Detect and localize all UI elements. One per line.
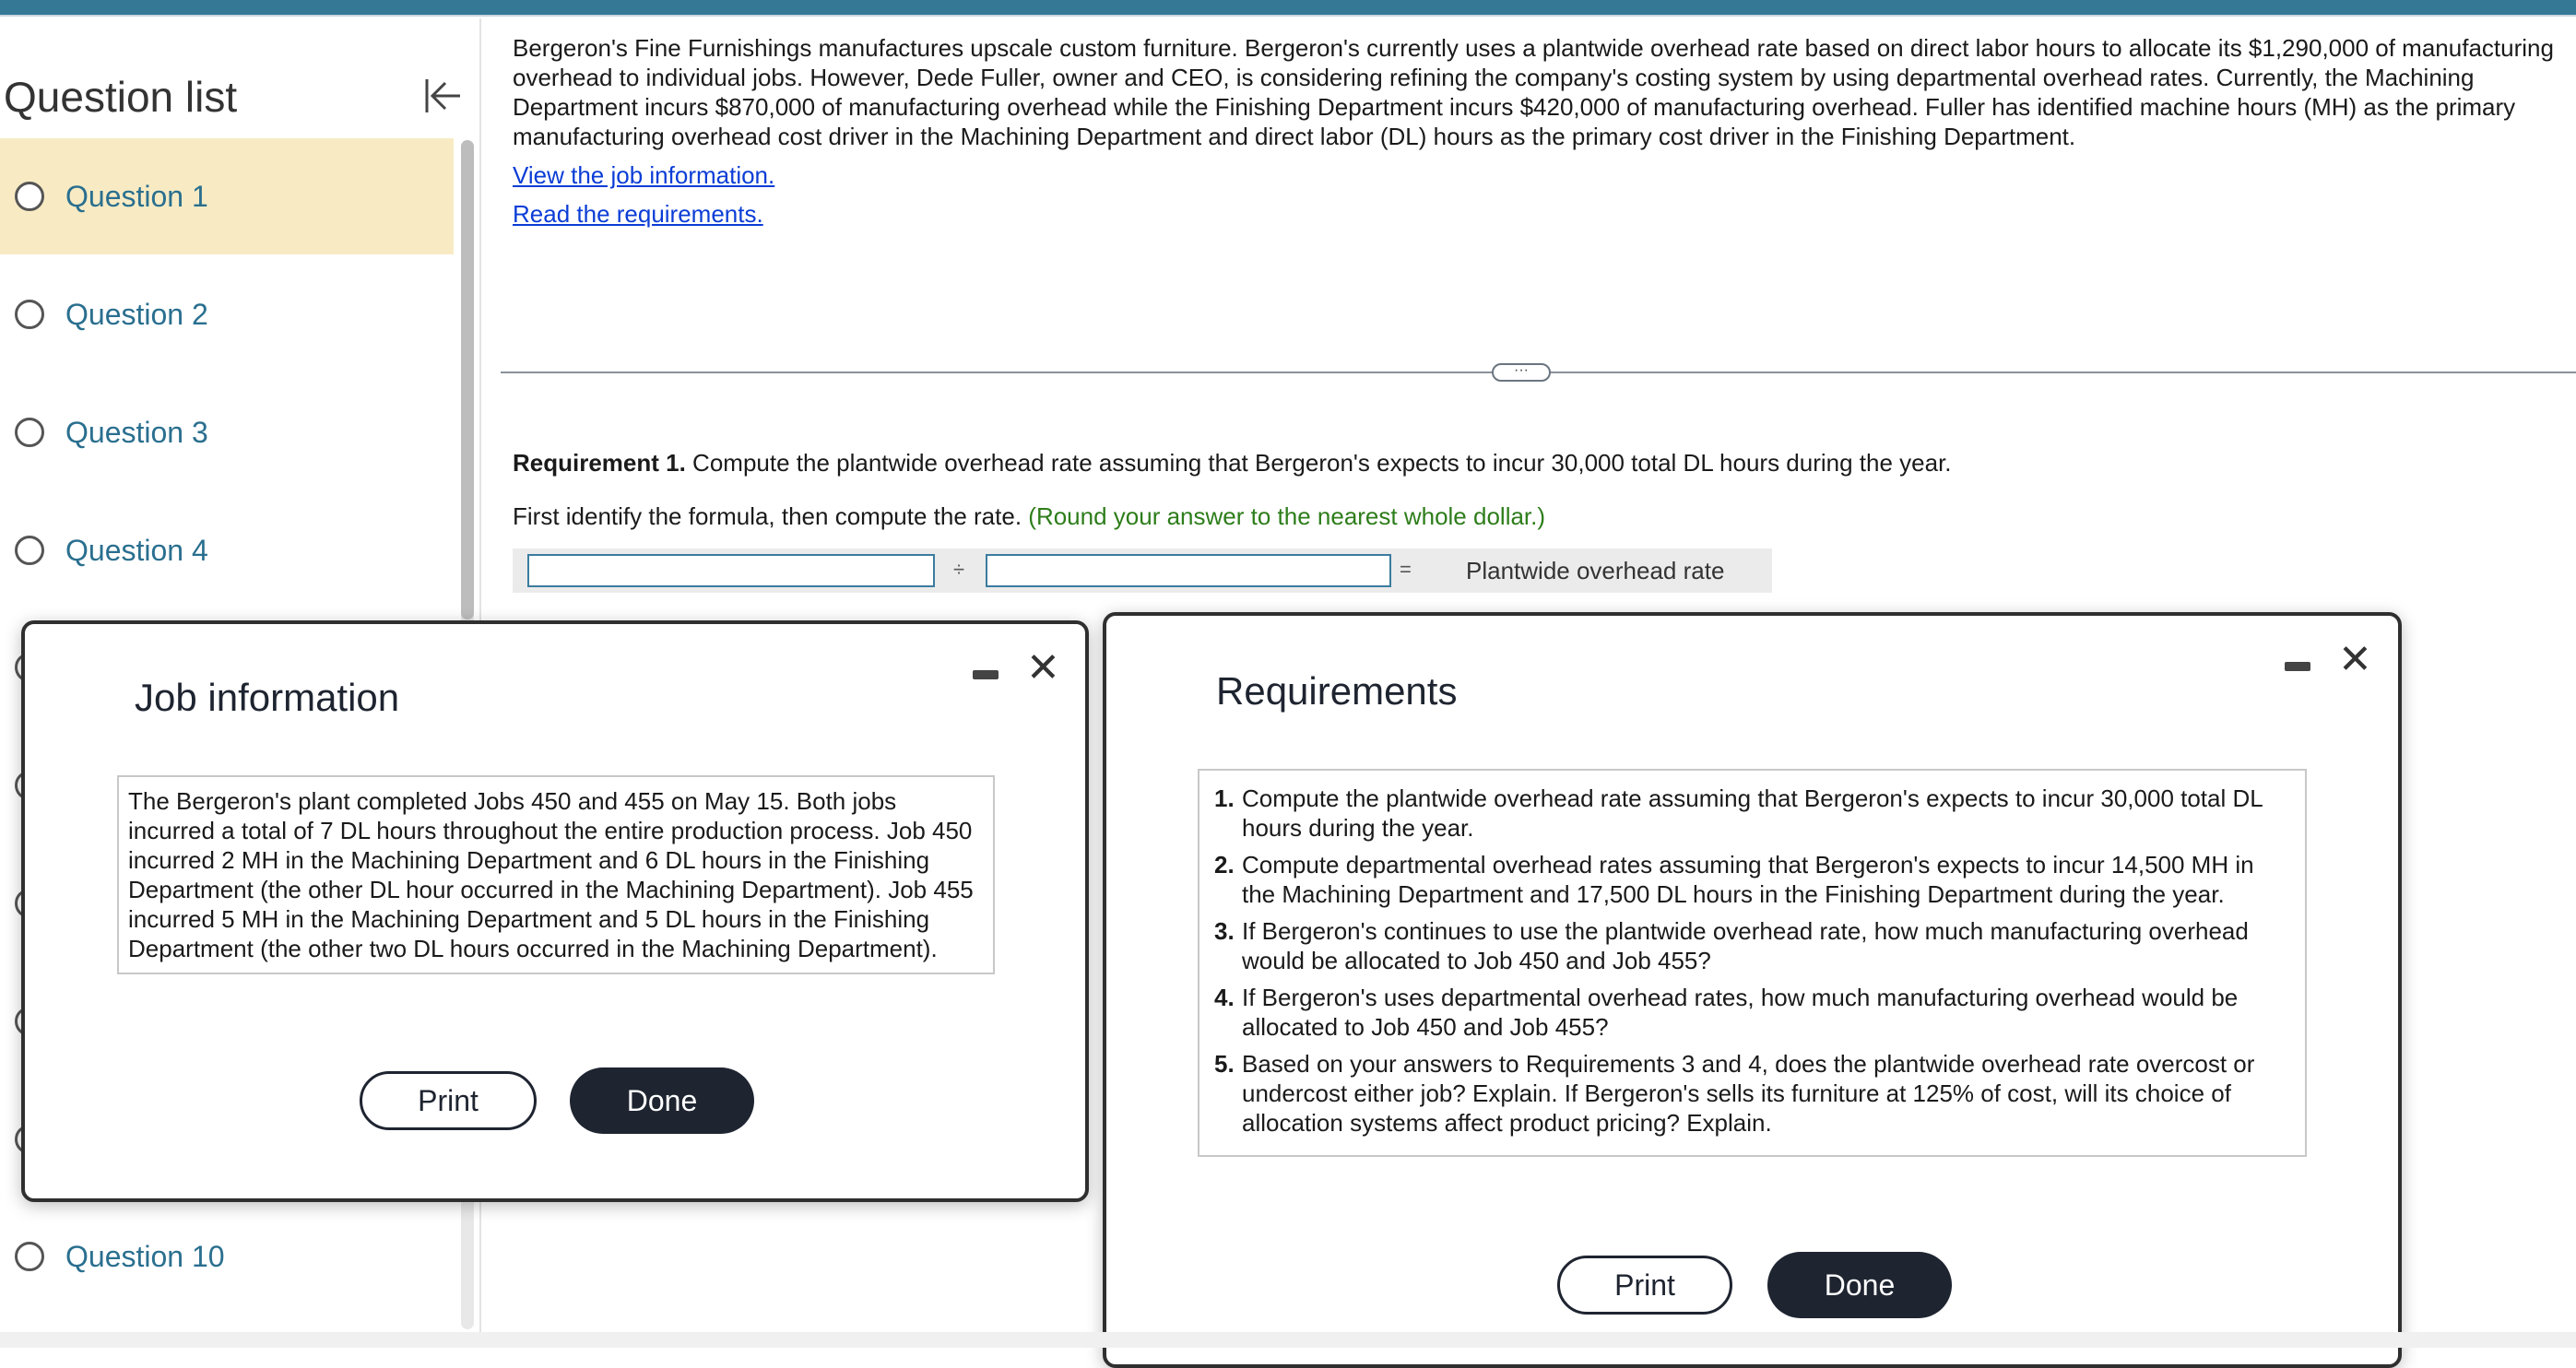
item-number: 4.: [1214, 984, 1235, 1011]
question-label: Question 3: [65, 416, 208, 449]
sidebar-item-question-1[interactable]: Question 1: [0, 138, 454, 254]
view-job-info-link[interactable]: View the job information.: [513, 161, 774, 189]
item-text: If Bergeron's uses departmental overhead…: [1242, 984, 2239, 1041]
requirement-1-heading: Requirement 1.: [513, 449, 686, 477]
item-text: Compute departmental overhead rates assu…: [1242, 851, 2254, 908]
collapse-left-icon[interactable]: [419, 74, 464, 118]
done-button[interactable]: Done: [570, 1067, 754, 1134]
numerator-input[interactable]: [527, 554, 935, 587]
bottom-bar: [0, 1332, 2576, 1348]
item-text: Based on your answers to Requirements 3 …: [1242, 1050, 2255, 1137]
requirements-dialog: Requirements ✕ 1. Compute the plantwide o…: [1103, 612, 2402, 1368]
item-number: 2.: [1214, 851, 1235, 879]
close-icon[interactable]: ✕: [1026, 648, 1060, 689]
result-label: Plantwide overhead rate: [1466, 557, 1725, 584]
item-text: If Bergeron's continues to use the plant…: [1242, 917, 2249, 974]
radio-icon: [15, 182, 44, 211]
radio-icon: [15, 536, 44, 565]
sidebar-item-question-10[interactable]: Question 10: [0, 1198, 454, 1315]
radio-icon: [15, 418, 44, 447]
print-button[interactable]: Print: [360, 1071, 537, 1130]
print-button[interactable]: Print: [1557, 1256, 1732, 1315]
instruction: First identify the formula, then compute…: [513, 502, 1545, 531]
requirements-box: 1. Compute the plantwide overhead rate as…: [1198, 769, 2307, 1157]
requirements-list: 1. Compute the plantwide overhead rate as…: [1214, 784, 2290, 1138]
intro-text: Bergeron's Fine Furnishings manufactures…: [513, 34, 2554, 150]
item-text: Compute the plantwide overhead rate assu…: [1242, 784, 2263, 842]
requirement-item: 1. Compute the plantwide overhead rate as…: [1214, 784, 2290, 843]
requirement-1: Requirement 1. Compute the plantwide ove…: [513, 449, 1952, 478]
read-requirements-link[interactable]: Read the requirements.: [513, 200, 763, 228]
close-icon[interactable]: ✕: [2338, 640, 2372, 680]
sidebar-item-question-2[interactable]: Question 2: [0, 256, 454, 372]
minimize-icon[interactable]: [2285, 662, 2310, 671]
question-label: Question 1: [65, 180, 208, 213]
question-label: Question 2: [65, 298, 208, 331]
sidebar-item-question-3[interactable]: Question 3: [0, 374, 454, 490]
sidebar-title: Question list: [4, 73, 238, 121]
requirement-item: 3. If Bergeron's continues to use the pla…: [1214, 916, 2290, 975]
dialog-title: Requirements: [1216, 669, 1458, 713]
top-bar: [0, 0, 2576, 17]
rounding-hint: (Round your answer to the nearest whole …: [1028, 502, 1546, 530]
equals-sign: =: [1400, 558, 1412, 581]
denominator-input[interactable]: [986, 554, 1391, 587]
requirement-1-text: Compute the plantwide overhead rate assu…: [685, 449, 1952, 477]
item-number: 1.: [1214, 784, 1235, 812]
requirement-item: 2. Compute departmental overhead rates as…: [1214, 850, 2290, 909]
dialog-title: Job information: [135, 676, 400, 719]
sidebar-scrollbar-thumb[interactable]: [461, 140, 474, 619]
item-number: 5.: [1214, 1050, 1235, 1078]
item-number: 3.: [1214, 917, 1235, 945]
divide-sign: ÷: [953, 558, 965, 581]
problem-statement: Bergeron's Fine Furnishings manufactures…: [513, 33, 2567, 229]
minimize-icon[interactable]: [973, 670, 998, 679]
instruction-text: First identify the formula, then compute…: [513, 502, 1029, 530]
job-info-text: The Bergeron's plant completed Jobs 450 …: [117, 775, 995, 974]
radio-icon: [15, 300, 44, 329]
sidebar-item-question-4[interactable]: Question 4: [0, 492, 454, 608]
radio-icon: [15, 1242, 44, 1271]
requirement-item: 5. Based on your answers to Requirements …: [1214, 1049, 2290, 1138]
requirement-item: 4. If Bergeron's uses departmental overhe…: [1214, 983, 2290, 1042]
formula-row: ÷ = Plantwide overhead rate: [513, 548, 1772, 593]
question-label: Question 4: [65, 534, 208, 567]
question-label: Question 10: [65, 1240, 225, 1273]
expand-more-button[interactable]: ···: [1492, 363, 1551, 382]
job-information-dialog: Job information ✕ The Bergeron's plant c…: [21, 620, 1089, 1202]
done-button[interactable]: Done: [1767, 1252, 1952, 1318]
